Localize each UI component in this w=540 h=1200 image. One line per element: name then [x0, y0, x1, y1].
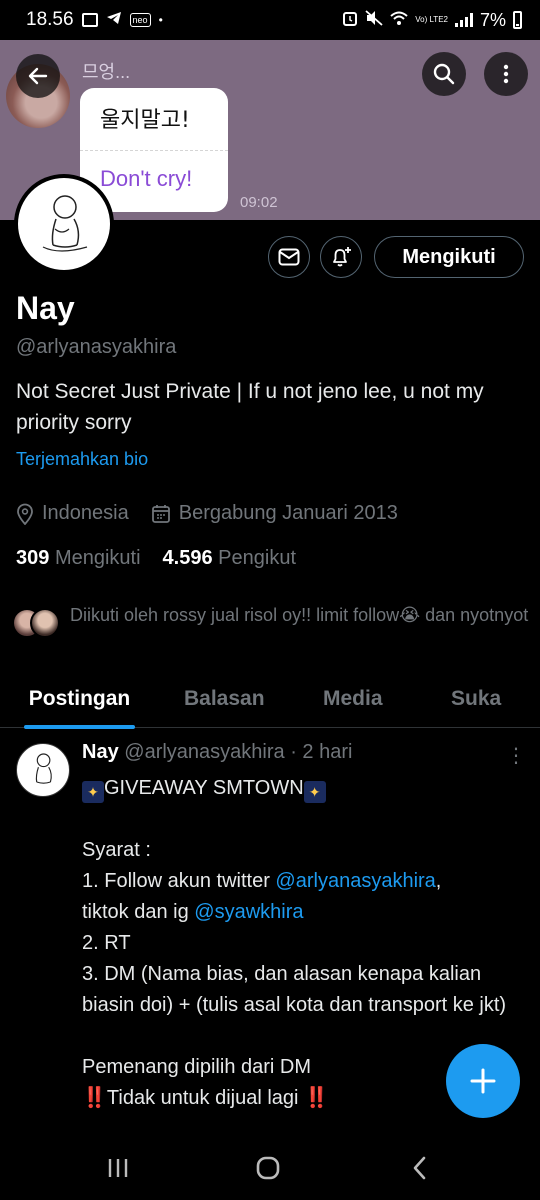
- neo-icon: neo: [129, 13, 151, 27]
- post-handle-time: @arlyanasyakhira · 2 hari: [124, 741, 353, 763]
- mention-link[interactable]: @syawkhira: [194, 901, 303, 923]
- followed-by-row[interactable]: Diikuti oleh rossy jual risol oy!! limit…: [12, 602, 530, 642]
- fireworks-icon: ✦: [303, 781, 326, 803]
- post-line2: tiktok dan ig: [82, 901, 195, 923]
- profile-avatar[interactable]: [14, 174, 114, 274]
- post-author: Nay: [82, 741, 119, 763]
- profile-name: Nay: [16, 290, 75, 326]
- bubble-english-text: Don't cry!: [100, 166, 193, 191]
- gallery-icon: [81, 13, 98, 27]
- following-label: Mengikuti: [54, 547, 141, 569]
- followers-stat[interactable]: 4.596 Pengikut: [163, 547, 296, 570]
- post-syarat: Syarat :: [82, 839, 151, 861]
- recent-apps-button[interactable]: [98, 1152, 138, 1184]
- location-pin-icon: [17, 503, 33, 525]
- system-back-button[interactable]: [400, 1152, 440, 1184]
- compose-button[interactable]: [446, 1044, 520, 1118]
- system-nav-bar: [0, 1134, 540, 1200]
- message-button[interactable]: [268, 236, 310, 278]
- bubble-timestamp: 09:02: [240, 194, 278, 211]
- mention-link[interactable]: @arlyanasyakhira: [275, 870, 435, 892]
- tab-media[interactable]: Media: [323, 670, 383, 728]
- recent-apps-icon: [108, 1159, 128, 1177]
- avatar-doodle-icon: [35, 753, 52, 784]
- status-bar: 18.56 neo • Vo) LTE2 7%: [0, 0, 540, 40]
- tab-posts[interactable]: Postingan: [24, 670, 135, 729]
- profile-location: Indonesia: [42, 502, 129, 524]
- bubble-korean-text: 울지말고!: [100, 108, 190, 133]
- status-time: 18.56: [26, 9, 74, 30]
- profile-tabs: Postingan Balasan Media Suka: [0, 670, 540, 729]
- tab-likes[interactable]: Suka: [451, 670, 501, 728]
- search-button[interactable]: [422, 52, 466, 96]
- post-line1-comma: ,: [435, 870, 442, 892]
- following-count: 309: [16, 547, 50, 569]
- bubble-divider: [80, 150, 228, 151]
- following-button[interactable]: Mengikuti: [374, 236, 524, 278]
- post-not-for-sale: Tidak untuk dijual lagi: [106, 1087, 299, 1109]
- followers-count: 4.596: [162, 547, 213, 569]
- profile-meta: Indonesia Bergabung Januari 2013: [16, 502, 398, 525]
- search-icon: [433, 63, 455, 85]
- battery-icon: [513, 11, 522, 29]
- post-line4: 3. DM (Nama bias, dan alasan kenapa kali…: [82, 963, 507, 1016]
- profile-joined-date: Bergabung Januari 2013: [178, 502, 398, 524]
- translate-bio-link[interactable]: Terjemahkan bio: [16, 449, 148, 470]
- calendar-icon: [151, 504, 170, 523]
- mail-icon: [278, 248, 300, 266]
- notification-dot: •: [158, 13, 163, 27]
- double-exclamation-icon: ‼️: [304, 1087, 329, 1109]
- telegram-icon: [106, 9, 122, 31]
- followed-by-avatars: [12, 608, 60, 642]
- mute-icon: [365, 9, 383, 31]
- profile-bio: Not Secret Just Private | If u not jeno …: [16, 380, 484, 434]
- post-avatar[interactable]: [16, 743, 70, 797]
- more-vertical-icon: [503, 64, 509, 84]
- home-button[interactable]: [248, 1152, 288, 1184]
- lte-indicator: Vo) LTE2: [415, 15, 448, 24]
- arrow-left-icon: [28, 67, 48, 85]
- post-line3: 2. RT: [82, 932, 131, 954]
- followed-by-text: Diikuti oleh rossy jual risol oy!! limit…: [70, 605, 529, 625]
- wifi-icon: [390, 11, 408, 30]
- alarm-icon: [342, 10, 358, 31]
- avatar-doodle-icon: [42, 195, 88, 252]
- banner-chat-name: 므엉...: [82, 62, 131, 82]
- post-header: Nay @arlyanasyakhira · 2 hari: [82, 741, 352, 764]
- double-exclamation-icon: ‼️: [82, 1087, 107, 1109]
- chevron-left-icon: [413, 1156, 426, 1180]
- battery-percent: 7%: [479, 9, 506, 30]
- signal-icon: [454, 13, 473, 27]
- bell-plus-icon: [333, 247, 351, 267]
- more-options-button[interactable]: [484, 52, 528, 96]
- following-stat[interactable]: 309 Mengikuti: [16, 547, 141, 570]
- post-more-button[interactable]: ⋮: [506, 743, 526, 768]
- profile-stats: 309 Mengikuti 4.596 Pengikut: [16, 547, 296, 570]
- back-button[interactable]: [16, 54, 60, 98]
- post-title: GIVEAWAY SMTOWN: [104, 777, 304, 799]
- home-icon: [256, 1156, 280, 1180]
- followers-label: Pengikut: [218, 547, 297, 569]
- post-line1: 1. Follow akun twitter: [82, 870, 276, 892]
- profile-handle: @arlyanasyakhira: [16, 336, 177, 358]
- mutual-avatar: [30, 608, 60, 638]
- notifications-button[interactable]: [320, 236, 362, 278]
- plus-icon: [470, 1068, 496, 1094]
- tab-replies[interactable]: Balasan: [184, 670, 265, 728]
- fireworks-icon: ✦: [82, 781, 104, 803]
